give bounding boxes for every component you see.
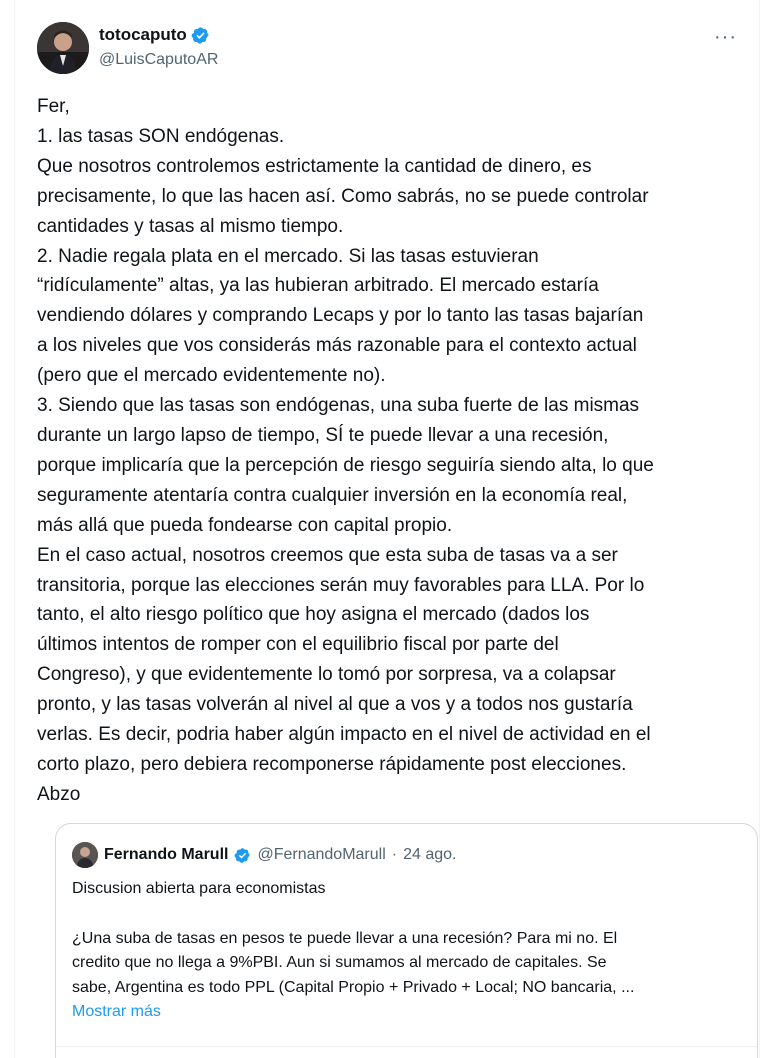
tweet-text-line: (pero que el mercado evidentemente no). bbox=[37, 365, 386, 387]
tweet-text-line: tanto, el alto riesgo político que hoy a… bbox=[37, 604, 590, 626]
quoted-tweet-divider bbox=[56, 1046, 757, 1047]
tweet-detail: totocaputo @LuisCaputoAR ··· Fer, 1. las … bbox=[14, 0, 760, 1058]
user-avatar-icon bbox=[37, 22, 89, 74]
author-avatar[interactable] bbox=[37, 22, 89, 74]
tweet-text-line: Que nosotros controlemos estrictamente l… bbox=[37, 155, 592, 177]
verified-badge-icon bbox=[191, 26, 209, 44]
tweet-text-line: 1. las tasas SON endógenas. bbox=[37, 125, 285, 147]
tweet-text-line: seguramente atentaría contra cualquier i… bbox=[37, 484, 628, 506]
show-more-link[interactable]: Mostrar más bbox=[72, 1000, 742, 1025]
tweet-text-line: verlas. Es decir, podria haber algún imp… bbox=[37, 724, 651, 746]
tweet-text-line: cantidades y tasas al mismo tiempo. bbox=[37, 215, 344, 237]
verified-badge-icon bbox=[234, 847, 251, 863]
quoted-author-handle[interactable]: @FernandoMarull bbox=[257, 846, 385, 864]
tweet-text-line: porque implicaría que la percepción de r… bbox=[37, 454, 654, 476]
tweet-text-line: 3. Siendo que las tasas son endógenas, u… bbox=[37, 395, 640, 417]
quoted-tweet-date[interactable]: 24 ago. bbox=[403, 846, 456, 864]
quoted-tweet-header: Fernando Marull @FernandoMarull · 24 ago… bbox=[72, 842, 456, 868]
user-avatar-icon bbox=[72, 842, 98, 868]
tweet-text-line: transitoria, porque las elecciones serán… bbox=[37, 574, 645, 596]
author-handle[interactable]: @LuisCaputoAR bbox=[99, 51, 218, 69]
tweet-text-line: a los niveles que vos considerás más raz… bbox=[37, 335, 637, 357]
quoted-tweet-line: ¿Una suba de tasas en pesos te puede lle… bbox=[72, 929, 618, 947]
author-display-name[interactable]: totocaputo bbox=[99, 25, 187, 45]
tweet-text-line: Abzo bbox=[37, 783, 81, 805]
tweet-text-line: más allá que pueda fondearse con capital… bbox=[37, 514, 453, 536]
quoted-tweet-line: sabe, Argentina es todo PPL (Capital Pro… bbox=[72, 978, 635, 996]
tweet-text-line: Congreso), y que evidentemente lo tomó p… bbox=[37, 664, 616, 686]
tweet-text-line: 2. Nadie regala plata en el mercado. Si … bbox=[37, 245, 539, 267]
quoted-tweet-title-line: Discusion abierta para economistas bbox=[72, 880, 326, 897]
tweet-text-line: precisamente, lo que las hacen así. Como… bbox=[37, 185, 649, 207]
more-dots-icon[interactable]: ··· bbox=[714, 26, 737, 49]
quoted-tweet-line: credito que no llega a 9%PBI. Aun si sum… bbox=[72, 954, 607, 972]
author-info: totocaputo @LuisCaputoAR bbox=[99, 25, 218, 69]
quoted-author-avatar[interactable] bbox=[72, 842, 98, 868]
quoted-tweet[interactable]: Fernando Marull @FernandoMarull · 24 ago… bbox=[55, 823, 758, 1058]
tweet-text-line: vendiendo dólares y comprando Lecaps y p… bbox=[37, 305, 644, 327]
tweet-header: totocaputo @LuisCaputoAR ··· bbox=[37, 22, 743, 78]
tweet-text-line: corto plazo, pero debiera recomponerse r… bbox=[37, 753, 627, 775]
quoted-author-display-name[interactable]: Fernando Marull bbox=[104, 846, 228, 864]
tweet-text-line: En el caso actual, nosotros creemos que … bbox=[37, 544, 618, 566]
separator-dot: · bbox=[391, 846, 398, 863]
tweet-body: Fer, 1. las tasas SON endógenas. Que nosot… bbox=[37, 92, 749, 810]
tweet-text-line: Fer, bbox=[37, 96, 70, 117]
quoted-tweet-body: Discusion abierta para economistas ¿Una … bbox=[72, 877, 742, 1025]
tweet-text-line: “ridículamente” altas, ya las hubieran a… bbox=[37, 275, 599, 297]
tweet-text-line: durante un largo lapso de tiempo, SÍ te … bbox=[37, 424, 609, 446]
tweet-text-line: últimos intentos de romper con el equili… bbox=[37, 634, 559, 656]
tweet-text-line: pronto, y las tasas volverán al nivel al… bbox=[37, 694, 633, 716]
